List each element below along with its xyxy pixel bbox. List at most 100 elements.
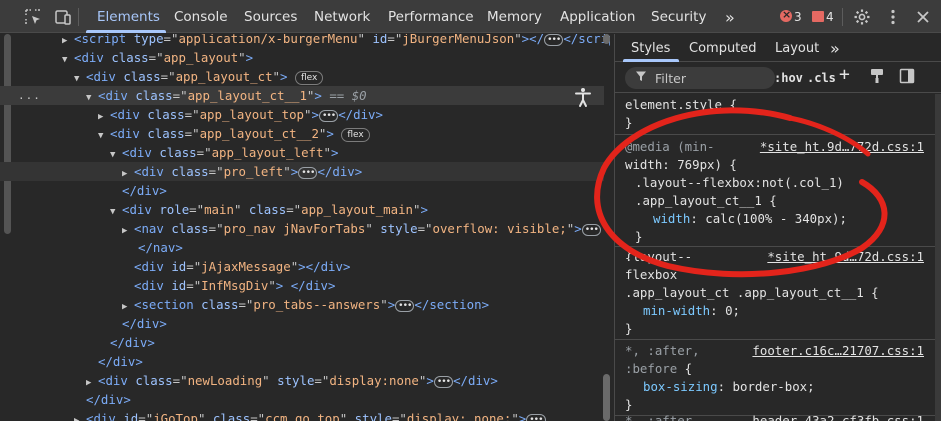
rule-divider [615, 134, 941, 135]
filter-field[interactable] [625, 67, 775, 89]
close-devtools-icon[interactable] [914, 8, 932, 26]
media-rule-inner-close: } [635, 229, 643, 244]
toggle-sidebar-icon[interactable] [899, 68, 915, 86]
tab-styles[interactable]: Styles [631, 34, 670, 62]
dom-node-jajaxmessage[interactable]: <div id="jAjaxMessage"></div> [0, 257, 604, 276]
dom-closing-tag[interactable]: </div> [0, 352, 604, 371]
flexbox-rule-selector-1[interactable]: .layout-- [625, 248, 692, 266]
media-rule-selector-1[interactable]: .layout--flexbox:not(.col_1) [635, 174, 844, 192]
tab-sources[interactable]: Sources [244, 0, 297, 33]
header-rule-selector-1[interactable]: *, :after, [625, 412, 700, 421]
filter-funnel-icon [635, 70, 647, 85]
styles-sidebar: Styles Computed Layout » :hov .cls + ele… [614, 34, 941, 421]
styles-filter-bar: :hov .cls + [615, 63, 941, 93]
boxsizing-rule-selector-1[interactable]: *, :after, [625, 342, 700, 360]
toolbar-separator [842, 8, 843, 26]
sidebar-tabs: Styles Computed Layout » [615, 34, 941, 62]
dom-node-app-layout-main[interactable]: ▼ <div role="main" class="app_layout_main… [0, 200, 604, 219]
more-options-kebab-icon[interactable] [884, 8, 902, 26]
collapsed-content-ellipsis[interactable]: ••• [544, 34, 564, 46]
error-count: 3 [794, 10, 802, 24]
width-declaration[interactable]: width: calc(100% - 340px); [653, 210, 847, 228]
header-rule-source-link[interactable]: header.43a2…cf3fb.css:1 [752, 412, 924, 421]
issue-flag-icon [812, 11, 824, 22]
warning-count-badge[interactable]: 4 [812, 9, 834, 25]
active-sidebar-tab-indicator [623, 59, 679, 62]
collapsed-content-ellipsis[interactable]: ••• [526, 414, 546, 421]
media-rule-source-link[interactable]: *site_ht.9d…772d.css:1 [760, 138, 924, 156]
box-sizing-declaration[interactable]: box-sizing: border-box; [643, 378, 815, 396]
collapsed-content-ellipsis[interactable]: ••• [395, 300, 415, 312]
collapsed-content-ellipsis[interactable]: ••• [581, 224, 601, 236]
dom-closing-tag[interactable]: </nav> [0, 238, 604, 257]
element-style-rule[interactable]: element.style { [625, 96, 737, 114]
flexbox-rule-selector-2[interactable]: flexbox [625, 266, 677, 284]
dom-node-app-layout[interactable]: ▼ <div class="app_layout"> [0, 48, 604, 67]
device-toolbar-icon[interactable] [54, 8, 72, 26]
tab-elements[interactable]: Elements [97, 0, 160, 33]
tab-network[interactable]: Network [314, 0, 370, 33]
paint-brush-icon[interactable] [869, 68, 885, 86]
flex-badge[interactable]: flex [294, 71, 324, 85]
filter-input[interactable] [655, 69, 767, 87]
dom-closing-tag[interactable]: </div> [0, 390, 604, 409]
toolbar-separator [78, 8, 79, 26]
rule-divider [615, 246, 941, 247]
element-style-close: } [625, 115, 633, 130]
collapsed-content-ellipsis[interactable]: ••• [433, 376, 454, 388]
dom-node-script[interactable]: ▶ <script type="application/x-burgerMenu"… [0, 34, 610, 48]
dom-node-app-layout-ct-2[interactable]: ▼ <div class="app_layout_ct__2"> flex [0, 124, 604, 143]
min-width-declaration[interactable]: min-width: 0; [643, 302, 740, 320]
dom-node-app-layout-ct[interactable]: ▼ <div class="app_layout_ct"> flex [0, 67, 604, 86]
sidebar-scrollbar[interactable] [935, 94, 941, 421]
boxsizing-rule-selector-2[interactable]: :before { [625, 360, 692, 378]
active-tab-indicator [86, 30, 166, 33]
dom-closing-tag[interactable]: </div> [0, 333, 604, 352]
dom-closing-tag[interactable]: </div> [0, 314, 604, 333]
media-rule-selector-2[interactable]: .app_layout_ct__1 { [635, 192, 777, 210]
elements-scroll-up[interactable] [603, 34, 610, 44]
tab-security[interactable]: Security [651, 0, 706, 33]
collapsed-content-ellipsis[interactable]: ••• [318, 110, 339, 122]
dom-node-pro-tabs-answers[interactable]: ▶ <section class="pro_tabs--answers"> ••• <… [0, 295, 604, 314]
elements-scrollbar-thumb[interactable] [603, 374, 610, 421]
tab-layout[interactable]: Layout [775, 34, 819, 62]
warning-count: 4 [826, 10, 834, 24]
dom-node-app-layout-ct-1-selected[interactable]: ... ▼ <div class="app_layout_ct__1"> == $… [0, 86, 604, 105]
dom-node-app-layout-top[interactable]: ▶ <div class="app_layout_top"> ••• </div> [0, 105, 604, 124]
class-toggle[interactable]: .cls [807, 69, 836, 87]
dom-node-pro-left[interactable]: ▶ <div class="pro_left"> ••• </div> [0, 162, 604, 181]
inspect-element-icon[interactable] [24, 8, 42, 26]
collapsed-content-ellipsis[interactable]: ••• [298, 167, 318, 179]
new-style-rule-plus-icon[interactable]: + [839, 66, 850, 84]
dom-node-app-layout-left[interactable]: ▼ <div class="app_layout_left"> [0, 143, 604, 162]
hover-state-toggle[interactable]: :hov [774, 69, 803, 87]
boxsizing-rule-source-link[interactable]: footer.c16c…21707.css:1 [752, 342, 924, 360]
flexbox-rule-selector-3[interactable]: .app_layout_ct .app_layout_ct__1 { [625, 284, 879, 302]
error-icon [780, 7, 792, 23]
media-query-line-1: @media (min- [625, 139, 715, 154]
dom-node-pro-nav[interactable]: ▶ <nav class="pro_nav jNavForTabs" style=… [0, 219, 604, 238]
more-sidebar-tabs-chevron-icon[interactable]: » [830, 34, 840, 62]
flexbox-rule-source-link[interactable]: *site_ht.9d…72d.css:1 [767, 248, 924, 266]
more-tabs-chevron-icon[interactable]: » [725, 0, 735, 33]
settings-gear-icon[interactable] [853, 8, 871, 26]
flex-badge[interactable]: flex [341, 128, 370, 142]
node-actions-dots[interactable]: ... [18, 86, 41, 105]
error-count-badge[interactable]: 3 [780, 7, 802, 25]
dom-node-newloading[interactable]: ▶ <div class="newLoading" style="display:… [0, 371, 604, 390]
tab-performance[interactable]: Performance [388, 0, 474, 33]
tab-console[interactable]: Console [174, 0, 228, 33]
accessibility-tree-icon[interactable] [572, 86, 594, 108]
expand-triangle-icon[interactable]: ▶ [74, 412, 86, 421]
dom-closing-tag[interactable]: </div> [0, 181, 604, 200]
tab-memory[interactable]: Memory [487, 0, 542, 33]
flexbox-rule-close: } [625, 321, 633, 336]
dom-node-jgotop[interactable]: ▶ <div id="jGoTop" class="ccm_go_top" sty… [0, 409, 604, 421]
tab-computed[interactable]: Computed [689, 34, 757, 62]
media-query-line-2: width: 769px) { [625, 157, 737, 172]
style-rules-list: element.style { } @media (min- *site_ht.… [615, 94, 941, 421]
dom-node-infmsgdiv[interactable]: <div id="InfMsgDiv"> </div> [0, 276, 604, 295]
tab-application[interactable]: Application [560, 0, 635, 33]
selected-node-marker: == $0 [321, 88, 367, 103]
